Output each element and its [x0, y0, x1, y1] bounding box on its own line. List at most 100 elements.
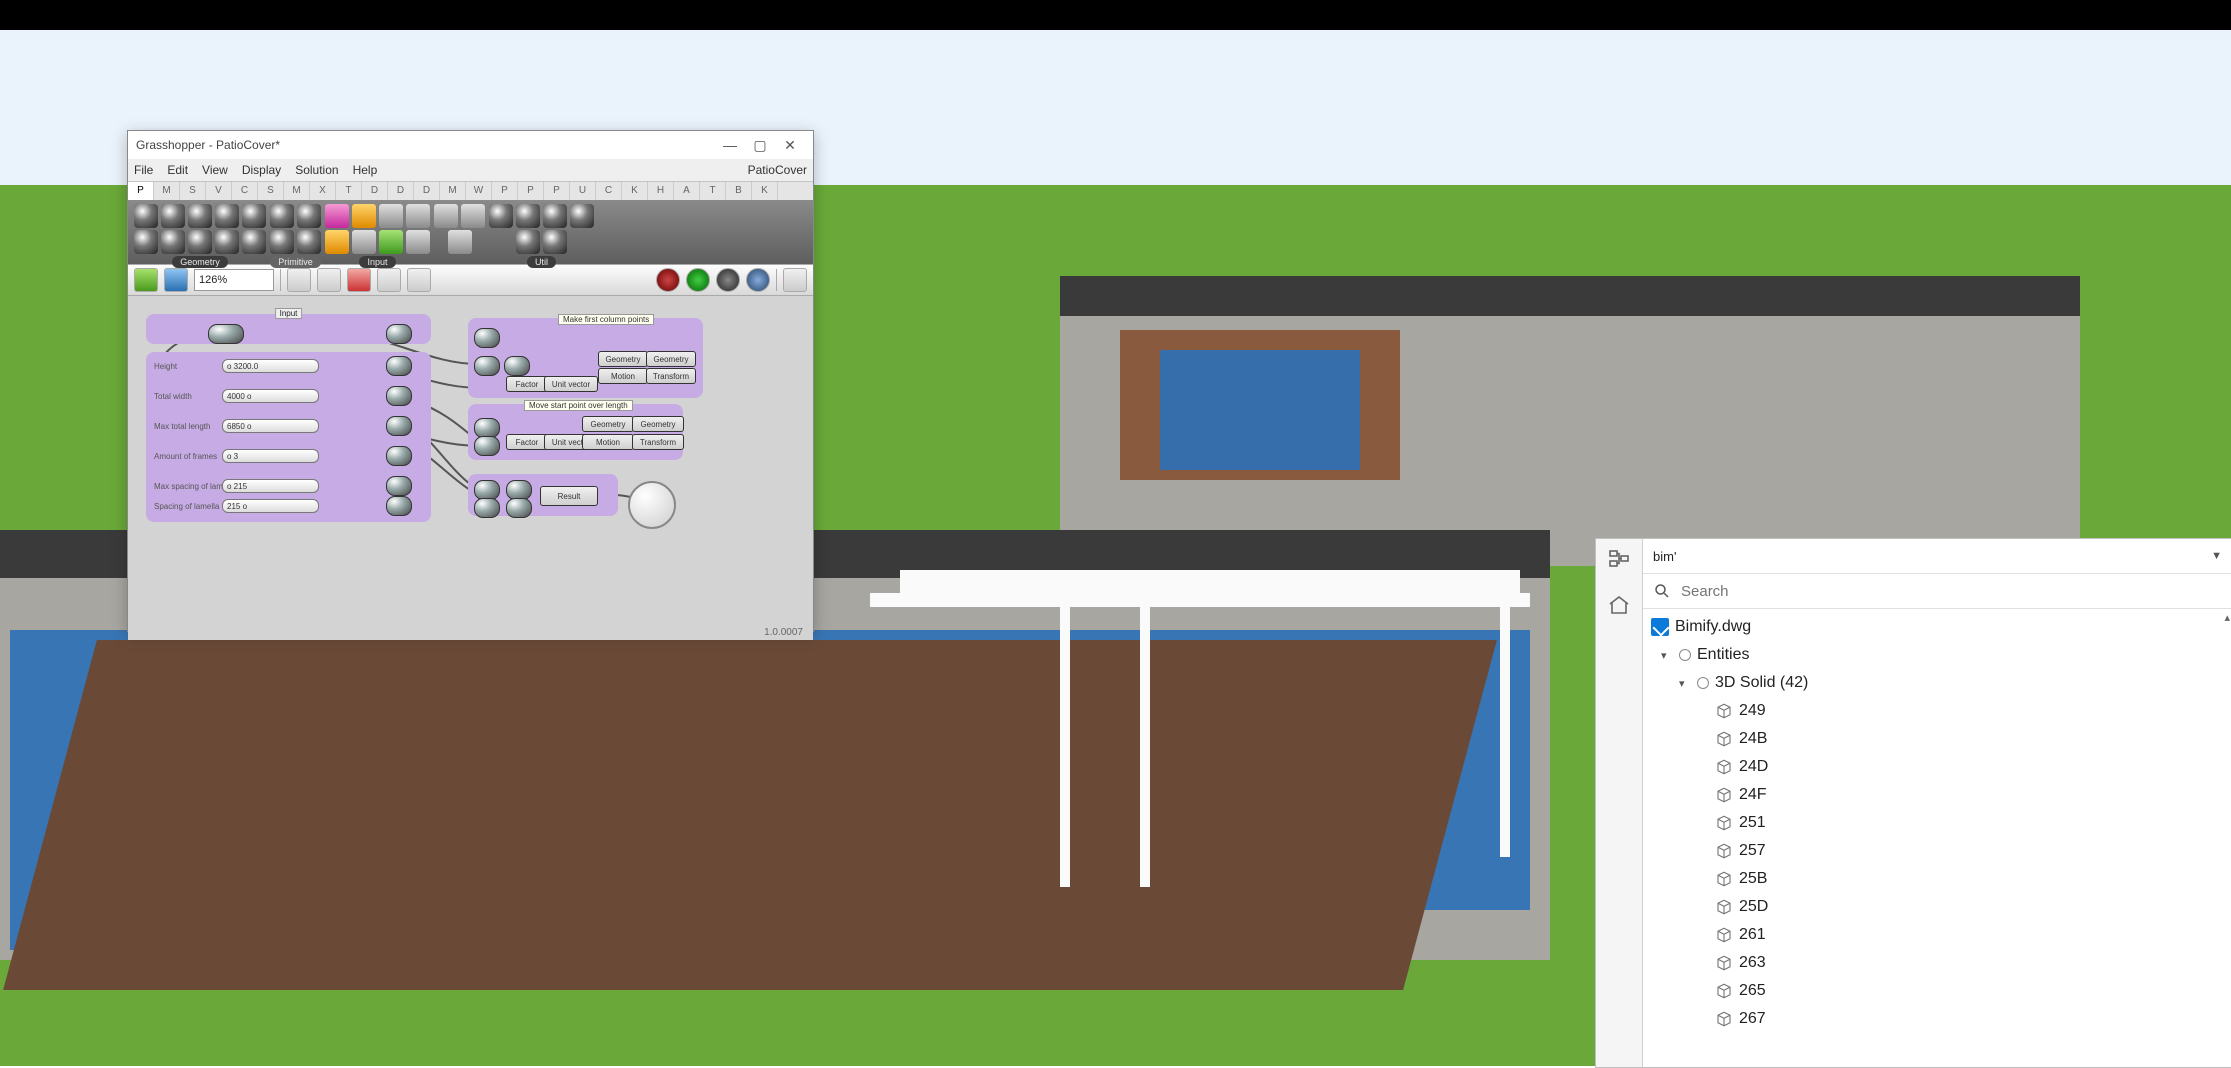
slider-output-icon[interactable] [386, 446, 412, 466]
panel-search-input[interactable] [1679, 582, 2222, 601]
comp-motion[interactable]: Motion [598, 368, 648, 384]
zoom-extents-icon[interactable] [287, 268, 311, 292]
display-shade-icon[interactable] [686, 268, 710, 292]
ribbon-button[interactable] [270, 230, 294, 254]
param-dot-icon[interactable] [474, 436, 500, 456]
zoom-field[interactable]: 126% [194, 269, 274, 291]
param-point-icon[interactable] [208, 324, 244, 344]
save-icon[interactable] [164, 268, 188, 292]
gh-tab[interactable]: D [388, 182, 414, 200]
gh-minimize-button[interactable]: — [715, 137, 745, 153]
slider-max-spacing[interactable]: Max spacing of lamella o 215 [154, 478, 319, 494]
panel-tree[interactable]: ▴ Bimify.dwg ▾ Entities ▾ 3D Solid (42) … [1643, 609, 2231, 1067]
ribbon-button[interactable] [242, 230, 266, 254]
tree-solid-item[interactable]: 25B [1651, 865, 2231, 893]
comp-geometry[interactable]: Geometry [646, 351, 696, 367]
gh-tab[interactable]: X [310, 182, 336, 200]
tree-solid-item[interactable]: 265 [1651, 977, 2231, 1005]
gh-tab[interactable]: D [414, 182, 440, 200]
gh-compass-icon[interactable] [628, 481, 676, 529]
slider-output-icon[interactable] [386, 496, 412, 516]
preview-icon[interactable] [317, 268, 341, 292]
gh-tab[interactable]: V [206, 182, 232, 200]
param-dot-icon[interactable] [474, 328, 500, 348]
gh-tab[interactable]: U [570, 182, 596, 200]
gh-menu-file[interactable]: File [134, 163, 153, 177]
gh-tab[interactable]: S [258, 182, 284, 200]
slider-output-icon[interactable] [386, 416, 412, 436]
ribbon-button[interactable] [161, 230, 185, 254]
ribbon-button[interactable] [379, 204, 403, 228]
ribbon-button[interactable] [406, 230, 430, 254]
ribbon-button[interactable] [570, 204, 594, 228]
ribbon-button[interactable] [352, 230, 376, 254]
gh-tab[interactable]: B [726, 182, 752, 200]
ribbon-button[interactable] [270, 204, 294, 228]
gh-tab[interactable]: M [284, 182, 310, 200]
toolbar-icon[interactable] [783, 268, 807, 292]
display-wire-icon[interactable] [656, 268, 680, 292]
ribbon-button[interactable] [215, 230, 239, 254]
tree-solid-item[interactable]: 249 [1651, 697, 2231, 725]
ribbon-button[interactable] [406, 204, 430, 228]
gh-menu-display[interactable]: Display [242, 163, 281, 177]
slider-max-length[interactable]: Max total length 6850 o [154, 418, 319, 434]
ribbon-button[interactable] [134, 230, 158, 254]
ribbon-nav-right[interactable] [448, 230, 472, 254]
gh-tab[interactable]: S [180, 182, 206, 200]
tree-solid-item[interactable]: 257 [1651, 837, 2231, 865]
toolbar-icon[interactable] [407, 268, 431, 292]
param-dot-icon[interactable] [474, 498, 500, 518]
ribbon-button[interactable] [325, 204, 349, 228]
comp-unit-vector[interactable]: Unit vector [544, 376, 598, 392]
gh-tab[interactable]: H [648, 182, 674, 200]
display-off-icon[interactable] [716, 268, 740, 292]
ribbon-button[interactable] [161, 204, 185, 228]
toolbar-icon[interactable] [377, 268, 401, 292]
chevron-down-icon[interactable]: ▼ [2211, 550, 2222, 562]
gh-tab[interactable]: K [752, 182, 778, 200]
grasshopper-window[interactable]: Grasshopper - PatioCover* — ▢ ✕ File Edi… [127, 130, 814, 632]
tree-solid-item[interactable]: 251 [1651, 809, 2231, 837]
gh-titlebar[interactable]: Grasshopper - PatioCover* — ▢ ✕ [128, 131, 813, 159]
param-dot-icon[interactable] [474, 418, 500, 438]
ribbon-button[interactable] [516, 204, 540, 228]
panel-filter-row[interactable]: bim' ▼ [1643, 539, 2231, 574]
ribbon-button[interactable] [242, 204, 266, 228]
home-tab-icon[interactable] [1605, 591, 1633, 619]
gh-tab[interactable]: P [492, 182, 518, 200]
param-dot-icon[interactable] [504, 356, 530, 376]
slider-spacing[interactable]: Spacing of lamella 215 o [154, 498, 319, 514]
gh-category-tabs[interactable]: P M S V C S M X T D D D M W P P P U C K … [128, 182, 813, 200]
comp-geometry[interactable]: Geometry [632, 416, 684, 432]
gh-tab[interactable]: M [154, 182, 180, 200]
structure-tab-icon[interactable] [1605, 545, 1633, 573]
ribbon-button[interactable] [188, 230, 212, 254]
gh-close-button[interactable]: ✕ [775, 137, 805, 154]
ribbon-nav-fwd[interactable] [461, 204, 485, 228]
ribbon-button[interactable] [215, 204, 239, 228]
comp-motion[interactable]: Motion [582, 434, 634, 450]
scroll-up-icon[interactable]: ▴ [2224, 611, 2230, 624]
ribbon-button[interactable] [489, 204, 513, 228]
gh-tab-p[interactable]: P [128, 182, 154, 200]
gh-tab[interactable]: K [622, 182, 648, 200]
param-dot-icon[interactable] [474, 480, 500, 500]
param-dot-icon[interactable] [474, 356, 500, 376]
ribbon-button[interactable] [297, 204, 321, 228]
slider-output-icon[interactable] [386, 476, 412, 496]
slider-frames[interactable]: Amount of frames o 3 [154, 448, 319, 464]
slider-output-icon[interactable] [386, 356, 412, 376]
ribbon-button[interactable] [543, 204, 567, 228]
ribbon-button[interactable] [188, 204, 212, 228]
ribbon-button[interactable] [325, 230, 349, 254]
comp-transform[interactable]: Transform [646, 368, 696, 384]
gh-menu-solution[interactable]: Solution [295, 163, 338, 177]
comp-result[interactable]: Result [540, 486, 598, 506]
tree-solid-item[interactable]: 24D [1651, 753, 2231, 781]
gh-tab[interactable]: C [596, 182, 622, 200]
tree-solid-group[interactable]: ▾ 3D Solid (42) [1651, 669, 2231, 697]
comp-geometry[interactable]: Geometry [598, 351, 648, 367]
visibility-icon[interactable] [1697, 677, 1709, 689]
ribbon-button[interactable] [516, 230, 540, 254]
